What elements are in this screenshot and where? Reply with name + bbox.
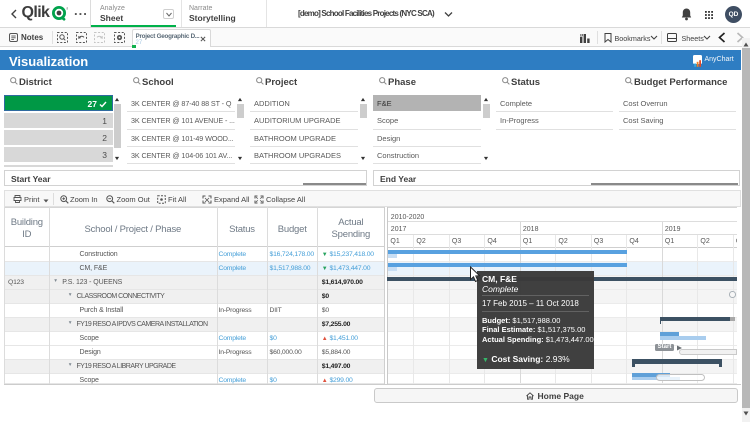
svg-text:®: ®	[66, 6, 68, 11]
